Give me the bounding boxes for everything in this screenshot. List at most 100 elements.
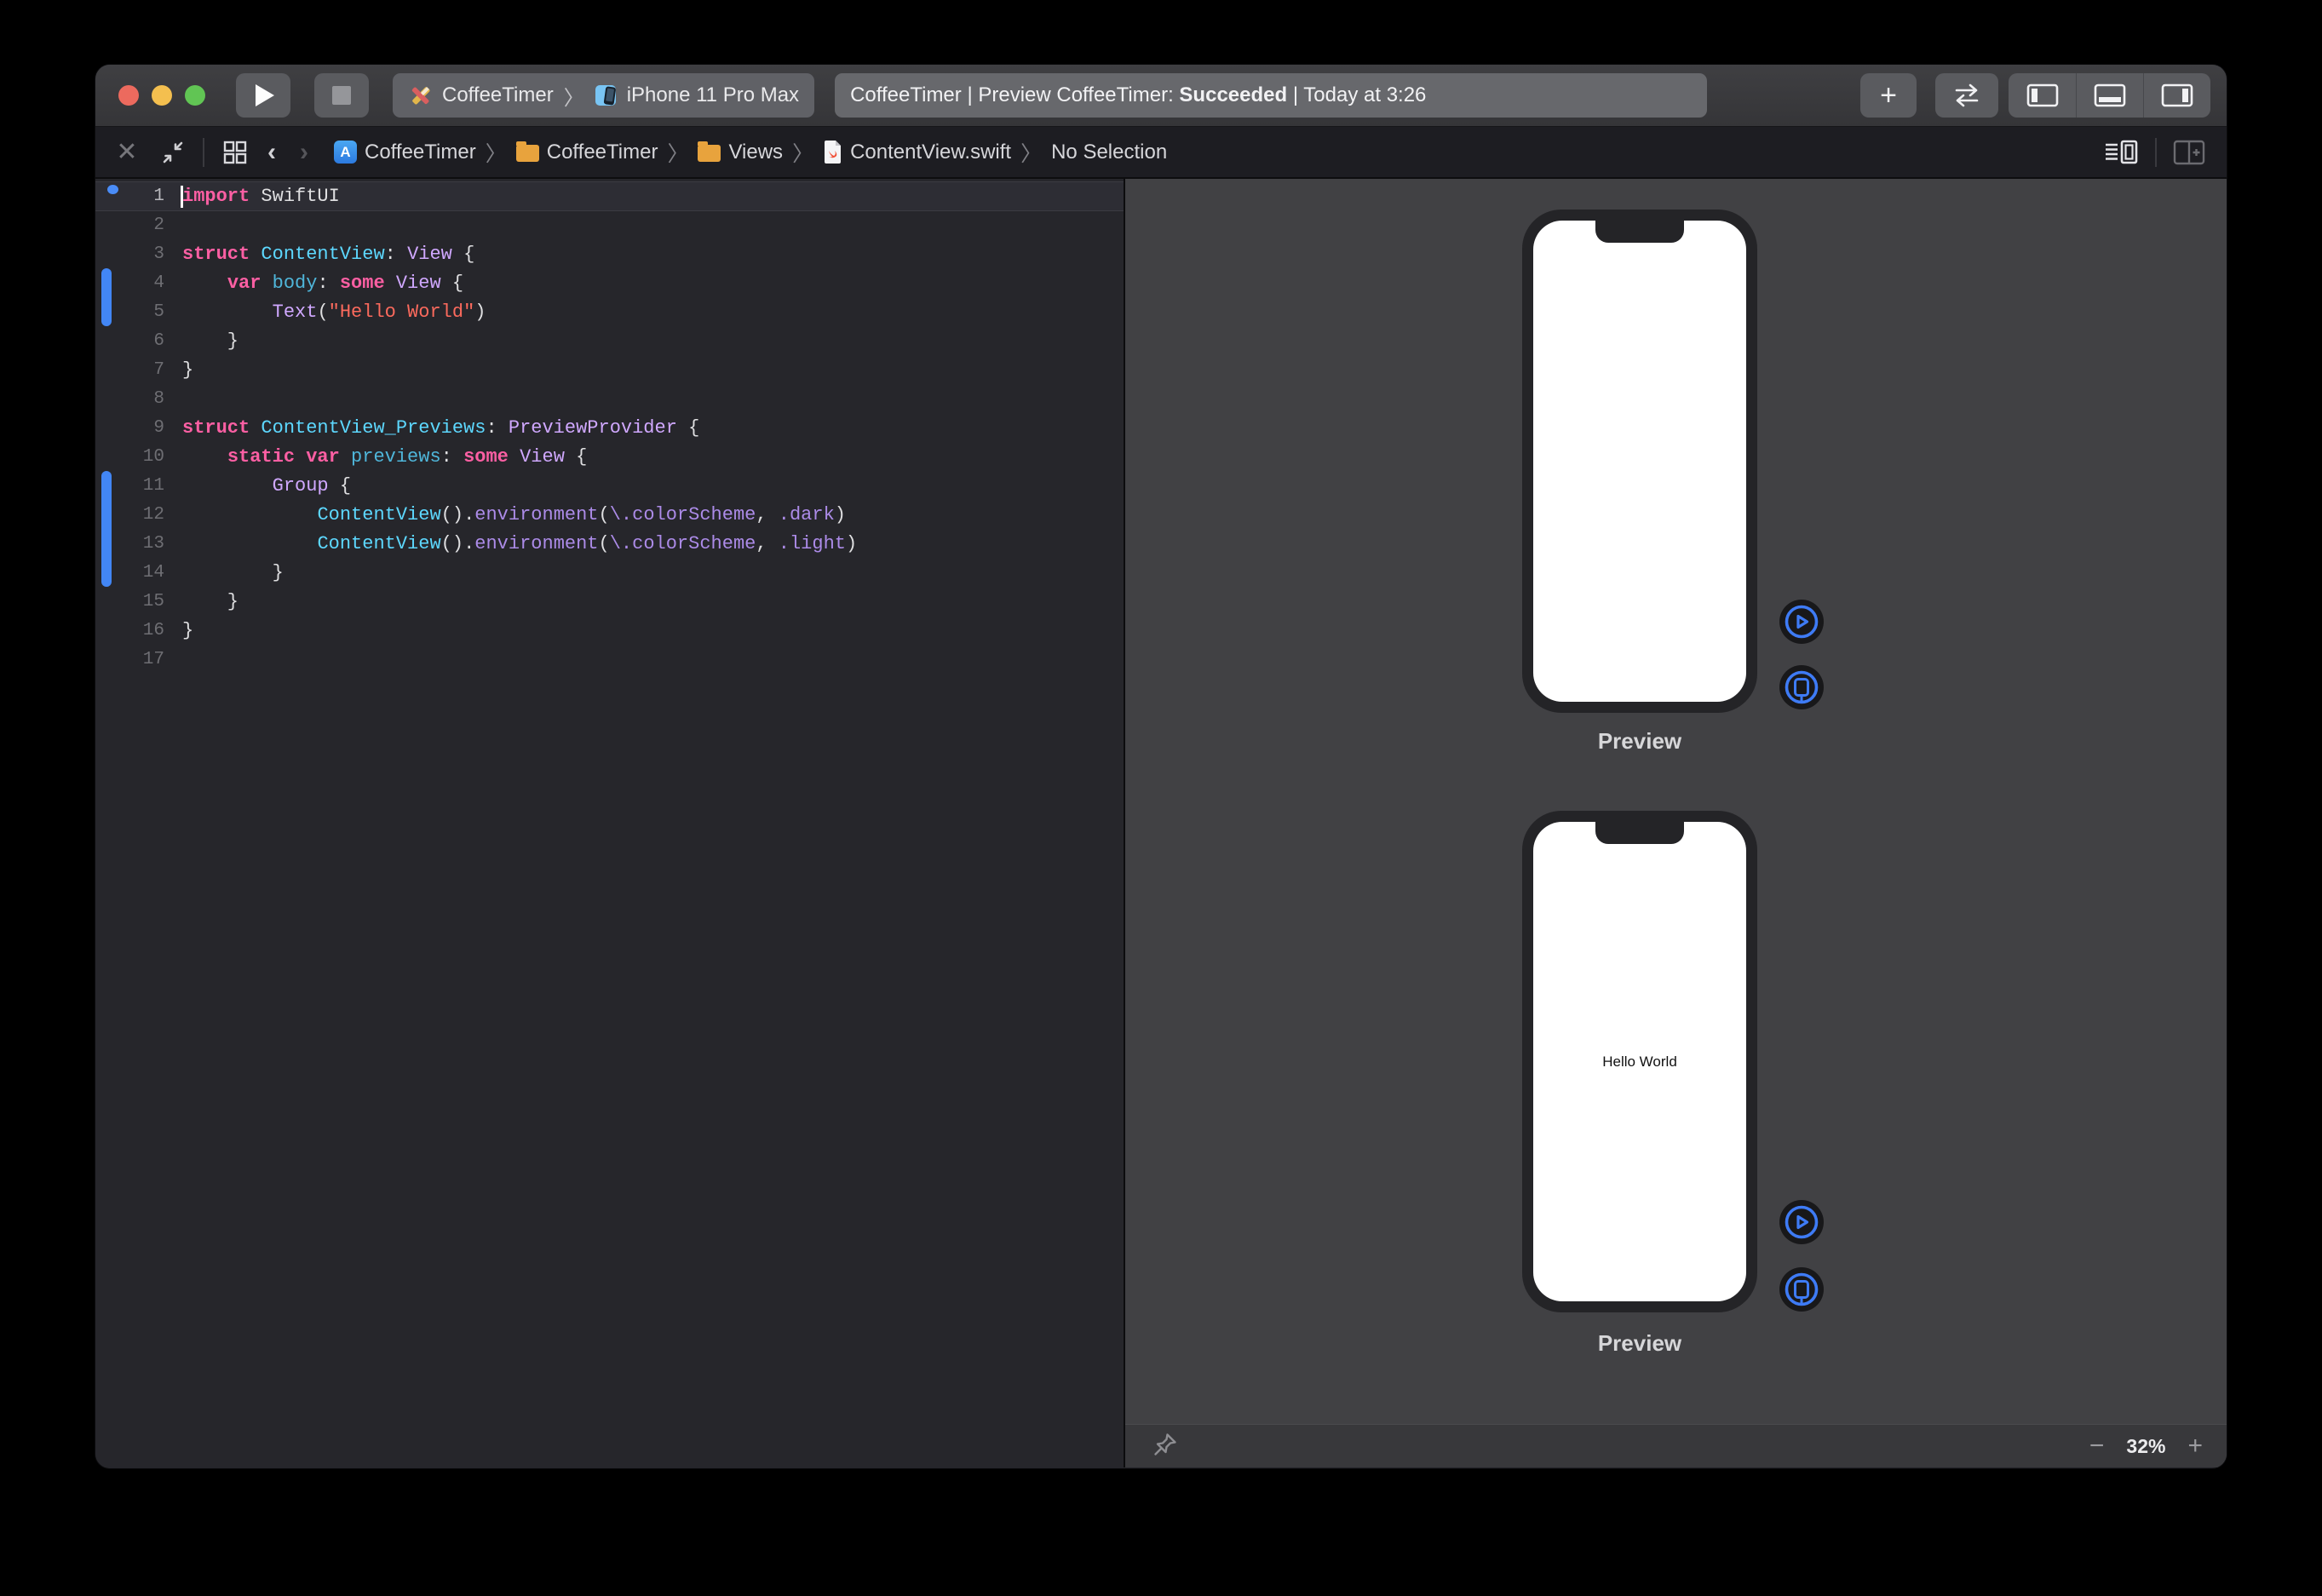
add-editor-icon (2172, 139, 2206, 166)
jumpbar-divider (203, 138, 204, 167)
chevron-right-icon: › (300, 138, 308, 166)
toggle-debug-area-button[interactable] (2076, 73, 2143, 118)
jumpbar-right-group (2104, 138, 2206, 167)
code-text: Group { (182, 475, 351, 497)
minimize-window-button[interactable] (152, 85, 172, 106)
preview-screen-2: Hello World (1533, 822, 1746, 1301)
zoom-controls: − 32% + (2089, 1433, 2203, 1459)
line-number[interactable]: 3 (95, 244, 164, 264)
line-number[interactable]: 17 (95, 650, 164, 669)
status-text: CoffeeTimer | Preview CoffeeTimer: Succe… (850, 83, 1426, 107)
add-editor-button[interactable] (2172, 139, 2206, 166)
editor-options-icon (2104, 138, 2140, 167)
folder-icon (698, 145, 721, 162)
preview-on-device-button-1[interactable] (1779, 665, 1824, 709)
scheme-separator: 〉 (564, 81, 584, 111)
code-text: } (182, 620, 193, 641)
code-text: Text("Hello World") (182, 301, 486, 323)
toggle-inspectors-button[interactable] (2143, 73, 2210, 118)
toggle-navigator-button[interactable] (2009, 73, 2076, 118)
code-line: 12 ContentView().environment(\.colorSche… (95, 500, 1124, 529)
run-destination-icon (595, 83, 618, 107)
zoom-window-button[interactable] (185, 85, 205, 106)
line-number[interactable]: 8 (95, 389, 164, 409)
stop-icon (332, 86, 351, 105)
swift-file-icon (823, 140, 842, 164)
live-preview-button-1[interactable] (1779, 600, 1824, 644)
line-number[interactable]: 15 (95, 592, 164, 611)
code-line: 9 struct ContentView_Previews: PreviewPro… (95, 413, 1124, 442)
line-number[interactable]: 1 (95, 187, 164, 206)
change-bar[interactable] (101, 471, 112, 587)
scheme-selector[interactable]: CoffeeTimer 〉 iPhone 11 Pro Max (393, 73, 814, 118)
toolbar: CoffeeTimer 〉 iPhone 11 Pro Max CoffeeTi… (95, 65, 2227, 127)
zoom-out-button[interactable]: − (2089, 1433, 2105, 1459)
breadcrumb-label: Views (728, 141, 783, 164)
line-number[interactable]: 9 (95, 418, 164, 438)
run-button[interactable] (236, 73, 290, 118)
preview-screen-1 (1533, 221, 1746, 702)
close-editor-button[interactable]: ✕ (114, 137, 140, 167)
zoom-in-button[interactable]: + (2187, 1433, 2203, 1459)
preview-on-device-button-2[interactable] (1779, 1267, 1824, 1312)
code-line: 1import SwiftUI (95, 181, 1124, 210)
code-area[interactable]: 1import SwiftUI 2 3 struct ContentView: Vie… (95, 179, 1124, 1467)
go-forward-button[interactable]: › (300, 138, 308, 167)
breadcrumb-label: ContentView.swift (850, 141, 1011, 164)
source-editor[interactable]: 1import SwiftUI 2 3 struct ContentView: Vie… (95, 179, 1124, 1467)
breadcrumb-label: CoffeeTimer (547, 141, 658, 164)
breadcrumb-separator: 〉 (792, 137, 813, 168)
go-back-button[interactable]: ‹ (267, 138, 276, 167)
line-number[interactable]: 6 (95, 331, 164, 351)
play-preview-icon (1783, 603, 1820, 640)
code-line: 16} (95, 616, 1124, 645)
line-number[interactable]: 16 (95, 621, 164, 640)
preview-screen-2-text: Hello World (1602, 1053, 1677, 1071)
activity-status-bar[interactable]: CoffeeTimer | Preview CoffeeTimer: Succe… (835, 73, 1707, 118)
change-bar[interactable] (101, 268, 112, 326)
folder-icon (516, 145, 539, 162)
breadcrumb-label: No Selection (1051, 141, 1167, 164)
related-items-button[interactable] (220, 137, 250, 168)
preview-canvas: Preview Hello World (1125, 179, 2227, 1467)
close-window-button[interactable] (118, 85, 139, 106)
device-notch (1595, 822, 1684, 844)
code-line: 8 (95, 384, 1124, 413)
scheme-project-label: CoffeeTimer (442, 83, 554, 107)
code-text: struct ContentView_Previews: PreviewProv… (182, 417, 699, 439)
code-text: ContentView().environment(\.colorScheme,… (182, 504, 846, 525)
pin-icon (1151, 1430, 1180, 1459)
live-preview-button-2[interactable] (1779, 1200, 1824, 1244)
code-review-button[interactable] (1935, 73, 1998, 118)
breadcrumb-item[interactable]: Views (698, 141, 783, 164)
line-number[interactable]: 10 (95, 447, 164, 467)
collapse-arrows-icon (158, 138, 187, 167)
breadcrumb: ACoffeeTimer〉CoffeeTimer〉Views〉ContentVi… (334, 137, 1167, 168)
stop-button[interactable] (314, 73, 369, 118)
code-line: 14 } (95, 558, 1124, 587)
breadcrumb-item[interactable]: CoffeeTimer (516, 141, 658, 164)
breadcrumb-label: CoffeeTimer (365, 141, 476, 164)
minimize-editor-button[interactable] (158, 138, 187, 167)
right-panel-icon (2161, 83, 2193, 107)
canvas-bottom-bar: − 32% + (1125, 1424, 2227, 1467)
chevron-left-icon: ‹ (267, 138, 276, 166)
pin-preview-button[interactable] (1151, 1430, 1180, 1463)
code-line: 6 } (95, 326, 1124, 355)
xcode-window: CoffeeTimer 〉 iPhone 11 Pro Max CoffeeTi… (95, 64, 2227, 1469)
line-number[interactable]: 2 (95, 215, 164, 235)
line-number[interactable]: 7 (95, 360, 164, 380)
breadcrumb-item[interactable]: ContentView.swift (823, 140, 1011, 164)
preview-caption-2: Preview (1522, 1330, 1757, 1357)
editor-and-canvas: 1import SwiftUI 2 3 struct ContentView: Vie… (95, 179, 2227, 1467)
library-add-button[interactable]: + (1860, 73, 1917, 118)
preview-device-1 (1522, 210, 1757, 713)
breadcrumb-item[interactable]: No Selection (1051, 141, 1167, 164)
breadcrumb-item[interactable]: ACoffeeTimer (334, 141, 476, 164)
code-text: ContentView().environment(\.colorScheme,… (182, 533, 857, 554)
zoom-level: 32% (2126, 1435, 2165, 1458)
device-notch (1595, 221, 1684, 243)
code-line: 11 Group { (95, 471, 1124, 500)
editor-options-button[interactable] (2104, 138, 2140, 167)
code-text: struct ContentView: View { (182, 244, 474, 265)
